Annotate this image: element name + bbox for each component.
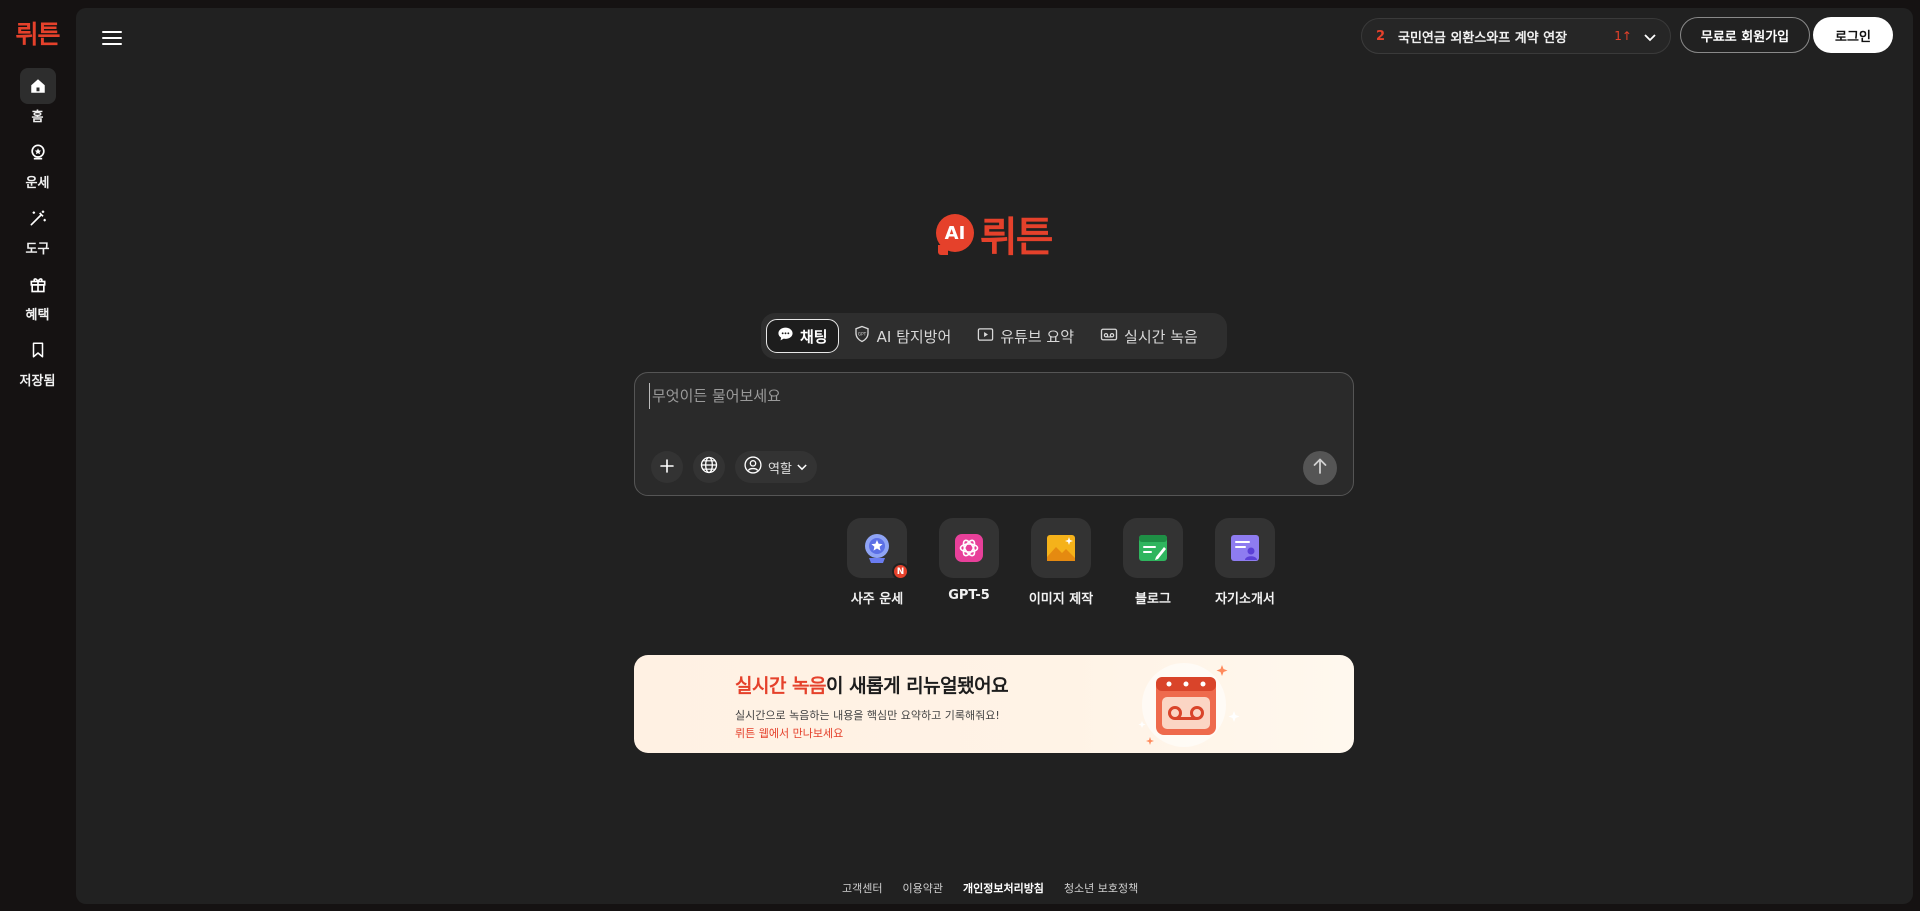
tab-label: 유튜브 요약 <box>1000 327 1075 346</box>
sidebar-item-label: 운세 <box>25 176 50 191</box>
login-button[interactable]: 로그인 <box>1813 17 1893 53</box>
fortune-icon <box>20 134 56 170</box>
sidebar: 뤼튼 홈 운세 도구 혜택 저장됨 <box>0 0 75 911</box>
chevron-down-icon <box>797 460 807 475</box>
banner-title-rest: 이 새롭게 리뉴얼됐어요 <box>826 675 1009 697</box>
quick-tool-label: 사주 운세 <box>850 592 904 607</box>
recorder-icon <box>1100 327 1118 346</box>
promo-banner[interactable]: 실시간 녹음이 새롭게 리뉴얼됐어요 실시간으로 녹음하는 내용을 핵심만 요약… <box>634 655 1354 753</box>
quick-tool-label: GPT-5 <box>948 588 990 603</box>
chat-box: 역할 <box>634 372 1354 496</box>
tab-chat[interactable]: 채팅 <box>766 319 839 353</box>
trending-rank: 2 <box>1376 28 1386 44</box>
quick-tool-image[interactable]: 이미지 제작 <box>1028 518 1094 607</box>
tab-label: AI 탐지방어 <box>876 327 952 346</box>
sidebar-item-home[interactable]: 홈 <box>8 68 68 125</box>
sidebar-item-label: 홈 <box>31 110 44 125</box>
quick-tool-fortune[interactable]: N 사주 운세 <box>847 518 909 607</box>
quick-tools: N 사주 운세 GPT-5 이미지 제작 블로그 자기소개서 <box>847 518 1275 607</box>
sidebar-item-benefits[interactable]: 혜택 <box>8 266 68 323</box>
tab-youtube-summary[interactable]: 유튜브 요약 <box>965 319 1086 353</box>
footer: 고객센터 이용약관 개인정보처리방침 청소년 보호정책 <box>842 880 1138 896</box>
banner-title: 실시간 녹음이 새롭게 리뉴얼됐어요 <box>735 671 1009 698</box>
gift-icon <box>20 266 56 302</box>
chat-tools: 역할 <box>651 451 817 483</box>
send-button[interactable] <box>1303 451 1337 485</box>
banner-link[interactable]: 뤼튼 웹에서 만나보세요 <box>735 725 843 741</box>
home-icon <box>19 68 56 104</box>
mode-tabs: 채팅 GPT AI 탐지방어 유튜브 요약 실시간 녹음 <box>761 313 1227 359</box>
blog-icon <box>1123 518 1183 578</box>
quick-tool-label: 블로그 <box>1135 592 1171 607</box>
chevron-down-icon[interactable] <box>1644 27 1656 46</box>
sidebar-item-saved[interactable]: 저장됨 <box>8 332 68 389</box>
footer-link-support[interactable]: 고객센터 <box>842 880 882 896</box>
tab-label: 채팅 <box>800 327 828 346</box>
sidebar-item-label: 저장됨 <box>19 374 56 389</box>
quick-tool-gpt5[interactable]: GPT-5 <box>939 518 999 607</box>
role-label: 역할 <box>768 461 792 477</box>
main-panel: 2 국민연금 외환스와프 계약 연장 1↑ 무료로 회원가입 로그인 AI 뤼튼… <box>76 8 1913 904</box>
trending-text: 국민연금 외환스와프 계약 연장 <box>1398 30 1568 46</box>
svg-text:GPT: GPT <box>858 332 867 337</box>
banner-subtitle: 실시간으로 녹음하는 내용을 핵심만 요약하고 기록해줘요! <box>735 709 1000 722</box>
gpt-icon <box>939 518 999 578</box>
resume-icon <box>1215 518 1275 578</box>
recorder-illustration-icon <box>1138 663 1240 747</box>
brand-name: 뤼튼 <box>980 213 1053 261</box>
sidebar-nav: 홈 운세 도구 혜택 저장됨 <box>8 68 68 389</box>
web-search-button[interactable] <box>693 451 725 483</box>
brand-logo: AI 뤼튼 <box>936 208 1053 261</box>
tab-ai-detect[interactable]: GPT AI 탐지방어 <box>841 319 964 353</box>
image-icon <box>1031 518 1091 578</box>
play-icon <box>977 327 994 346</box>
chat-input[interactable] <box>649 383 1329 409</box>
menu-icon[interactable] <box>100 26 124 50</box>
ai-badge: AI <box>936 214 974 255</box>
sidebar-item-label: 도구 <box>25 242 50 257</box>
globe-icon <box>699 455 719 479</box>
quick-tool-label: 이미지 제작 <box>1028 592 1094 607</box>
plus-icon <box>660 458 674 477</box>
chat-bubble-icon <box>777 326 794 346</box>
shield-gpt-icon: GPT <box>853 325 871 347</box>
arrow-up-icon <box>1313 458 1327 478</box>
quick-tool-blog[interactable]: 블로그 <box>1123 518 1183 607</box>
sidebar-item-tools[interactable]: 도구 <box>8 200 68 257</box>
sidebar-item-label: 혜택 <box>25 308 50 323</box>
banner-title-highlight: 실시간 녹음 <box>735 675 827 697</box>
bookmark-icon <box>20 332 56 368</box>
app-logo[interactable]: 뤼튼 <box>15 18 60 49</box>
footer-link-privacy[interactable]: 개인정보처리방침 <box>963 880 1044 896</box>
signup-button[interactable]: 무료로 회원가입 <box>1680 17 1810 53</box>
tab-label: 실시간 녹음 <box>1124 327 1198 346</box>
role-selector[interactable]: 역할 <box>735 451 817 483</box>
trending-change: 1↑ <box>1614 29 1632 43</box>
new-badge: N <box>892 563 909 580</box>
crystal-ball-icon: N <box>847 518 909 580</box>
quick-tool-resume[interactable]: 자기소개서 <box>1215 518 1275 607</box>
quick-tool-label: 자기소개서 <box>1215 592 1275 607</box>
footer-link-youth-policy[interactable]: 청소년 보호정책 <box>1064 880 1138 896</box>
sidebar-item-fortune[interactable]: 운세 <box>8 134 68 191</box>
attach-button[interactable] <box>651 451 683 483</box>
footer-link-terms[interactable]: 이용약관 <box>902 880 942 896</box>
magic-wand-icon <box>20 200 56 236</box>
trending-keyword[interactable]: 2 국민연금 외환스와프 계약 연장 1↑ <box>1361 18 1671 54</box>
user-circle-icon <box>743 455 763 479</box>
tab-live-recording[interactable]: 실시간 녹음 <box>1088 319 1210 353</box>
